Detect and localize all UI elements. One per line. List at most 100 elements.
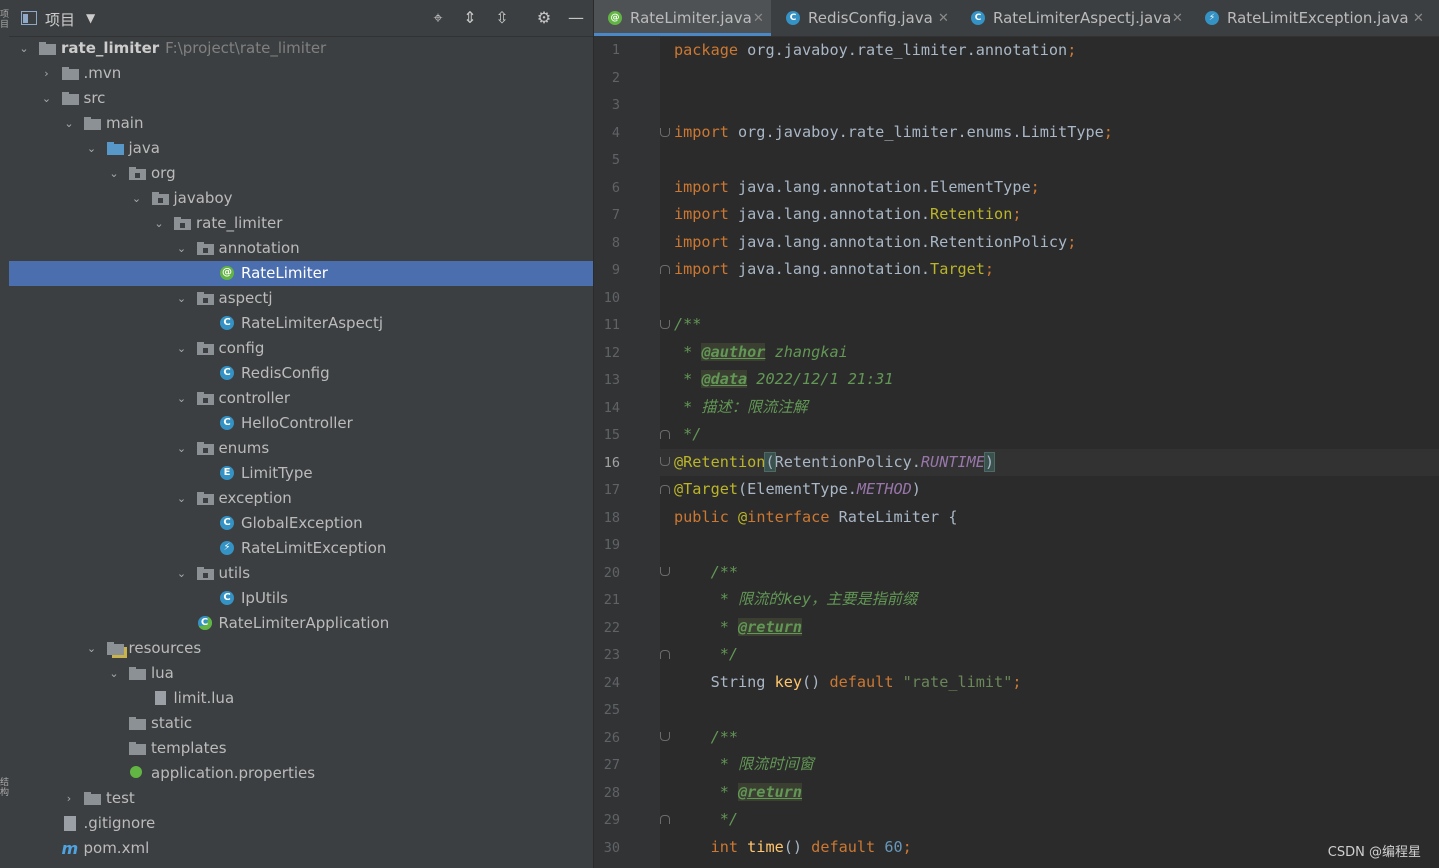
tree-item[interactable]: limit.lua xyxy=(9,686,593,711)
code-line-12[interactable]: * @author zhangkai xyxy=(674,339,1434,366)
code-line-16[interactable]: @Retention(RetentionPolicy.RUNTIME) xyxy=(674,449,1434,476)
code-line-18[interactable]: public @interface RateLimiter { xyxy=(674,504,1434,531)
close-icon[interactable]: ✕ xyxy=(938,0,949,37)
code-line-13[interactable]: * @data 2022/12/1 21:31 xyxy=(674,366,1434,393)
expand-all-icon[interactable]: ⇕ xyxy=(461,9,479,27)
code-line-30[interactable]: int time() default 60; xyxy=(674,834,1434,861)
code-line-21[interactable]: * 限流的key，主要是指前缀 xyxy=(674,586,1434,613)
fold-marker-icon[interactable] xyxy=(660,265,670,277)
close-icon[interactable]: ✕ xyxy=(1413,0,1424,37)
chevron-down-icon[interactable]: ⌄ xyxy=(40,86,54,111)
code-line-6[interactable]: import java.lang.annotation.ElementType; xyxy=(674,174,1434,201)
tree-item[interactable]: ⌄ utils xyxy=(9,561,593,586)
chevron-down-icon[interactable]: ⌄ xyxy=(107,661,121,686)
tree-item[interactable]: application.properties xyxy=(9,761,593,786)
chevron-down-icon[interactable]: ⌄ xyxy=(85,636,99,661)
tree-item[interactable]: ⌄ controller xyxy=(9,386,593,411)
tree-item[interactable]: ⌄ annotation xyxy=(9,236,593,261)
chevron-down-icon[interactable]: ⌄ xyxy=(175,336,189,361)
chevron-down-icon[interactable]: ⌄ xyxy=(17,36,31,61)
structure-tool-tab[interactable]: 结构 xyxy=(0,778,9,798)
tree-item[interactable]: C GlobalException xyxy=(9,511,593,536)
chevron-down-icon[interactable]: ⌄ xyxy=(175,286,189,311)
tree-item[interactable]: › test xyxy=(9,786,593,811)
editor-tab[interactable]: @ RateLimiter.java ✕ xyxy=(594,0,771,36)
fold-marker-icon[interactable] xyxy=(660,457,670,469)
tree-item[interactable]: ⌄ aspectj xyxy=(9,286,593,311)
locate-icon[interactable]: ⌖ xyxy=(429,9,447,27)
fold-marker-icon[interactable] xyxy=(660,567,670,579)
tree-item[interactable]: ⌄ javaboy xyxy=(9,186,593,211)
tree-item[interactable]: ⌄ resources xyxy=(9,636,593,661)
editor-tab[interactable]: ⚡ RateLimitException.java ✕ xyxy=(1191,0,1431,36)
chevron-down-icon[interactable]: ⌄ xyxy=(62,111,76,136)
project-tool-tab[interactable]: 项目 xyxy=(0,10,9,30)
code-line-14[interactable]: * 描述：限流注解 xyxy=(674,394,1434,421)
fold-marker-icon[interactable] xyxy=(660,128,670,140)
tree-item[interactable]: C RedisConfig xyxy=(9,361,593,386)
code-line-15[interactable]: */ xyxy=(674,421,1434,448)
chevron-down-icon[interactable]: ⌄ xyxy=(175,386,189,411)
code-line-29[interactable]: */ xyxy=(674,806,1434,833)
chevron-down-icon[interactable]: ▼ xyxy=(86,11,95,25)
tree-item[interactable]: E LimitType xyxy=(9,461,593,486)
close-icon[interactable]: ✕ xyxy=(1172,0,1183,37)
code-line-7[interactable]: import java.lang.annotation.Retention; xyxy=(674,201,1434,228)
code-line-17[interactable]: @Target(ElementType.METHOD) xyxy=(674,476,1434,503)
tree-item[interactable]: ⌄ rate_limiter xyxy=(9,211,593,236)
fold-marker-icon[interactable] xyxy=(660,485,670,497)
tree-item[interactable]: ⌄ enums xyxy=(9,436,593,461)
chevron-down-icon[interactable]: ⌄ xyxy=(152,211,166,236)
code-line-24[interactable]: String key() default "rate_limit"; xyxy=(674,669,1434,696)
tree-item[interactable]: ⚡ RateLimitException xyxy=(9,536,593,561)
tree-item[interactable]: C RateLimiterAspectj xyxy=(9,311,593,336)
code-line-9[interactable]: import java.lang.annotation.Target; xyxy=(674,256,1434,283)
tree-item[interactable]: ⌄ org xyxy=(9,161,593,186)
fold-marker-icon[interactable] xyxy=(660,650,670,662)
tree-item[interactable]: .gitignore xyxy=(9,811,593,836)
tree-item[interactable]: ⌄ lua xyxy=(9,661,593,686)
tree-item[interactable]: ⌄ config xyxy=(9,336,593,361)
code-line-11[interactable]: /** xyxy=(674,311,1434,338)
tree-item[interactable]: ⌄ src xyxy=(9,86,593,111)
code-line-1[interactable]: package org.javaboy.rate_limiter.annotat… xyxy=(674,37,1434,64)
chevron-down-icon[interactable]: ⌄ xyxy=(175,561,189,586)
editor-tab[interactable]: C RedisConfig.java ✕ xyxy=(772,0,956,36)
code-line-23[interactable]: */ xyxy=(674,641,1434,668)
tree-item[interactable]: static xyxy=(9,711,593,736)
code-line-8[interactable]: import java.lang.annotation.RetentionPol… xyxy=(674,229,1434,256)
tree-item[interactable]: › .mvn xyxy=(9,61,593,86)
tree-item[interactable]: C HelloController xyxy=(9,411,593,436)
fold-marker-icon[interactable] xyxy=(660,732,670,744)
gear-icon[interactable]: ⚙ xyxy=(535,9,553,27)
code-line-28[interactable]: * @return xyxy=(674,779,1434,806)
tree-item[interactable]: ⌄ rate_limiter F:\project\rate_limiter xyxy=(9,36,593,61)
fold-marker-icon[interactable] xyxy=(660,430,670,442)
chevron-down-icon[interactable]: ⌄ xyxy=(175,436,189,461)
code-line-26[interactable]: /** xyxy=(674,724,1434,751)
editor-tab[interactable]: C RateLimiterAspectj.java ✕ xyxy=(957,0,1190,36)
close-icon[interactable]: ✕ xyxy=(753,0,764,37)
tree-item[interactable]: ⌄ exception xyxy=(9,486,593,511)
tree-item[interactable]: C IpUtils xyxy=(9,586,593,611)
collapse-all-icon[interactable]: ⇳ xyxy=(493,9,511,27)
hide-icon[interactable]: — xyxy=(567,9,585,27)
tree-item[interactable]: @ RateLimiter xyxy=(9,261,593,286)
project-panel-title[interactable]: 项目 xyxy=(45,9,75,30)
code-line-22[interactable]: * @return xyxy=(674,614,1434,641)
tree-item[interactable]: ⌄ java xyxy=(9,136,593,161)
chevron-down-icon[interactable]: ⌄ xyxy=(107,161,121,186)
tree-item[interactable]: C RateLimiterApplication xyxy=(9,611,593,636)
tree-item[interactable]: m pom.xml xyxy=(9,836,593,861)
chevron-down-icon[interactable]: ⌄ xyxy=(130,186,144,211)
chevron-down-icon[interactable]: ⌄ xyxy=(85,136,99,161)
chevron-down-icon[interactable]: ⌄ xyxy=(175,486,189,511)
fold-marker-icon[interactable] xyxy=(660,815,670,827)
chevron-right-icon[interactable]: › xyxy=(40,61,54,86)
code-line-27[interactable]: * 限流时间窗 xyxy=(674,751,1434,778)
chevron-right-icon[interactable]: › xyxy=(62,786,76,811)
chevron-down-icon[interactable]: ⌄ xyxy=(175,236,189,261)
code-line-4[interactable]: import org.javaboy.rate_limiter.enums.Li… xyxy=(674,119,1434,146)
fold-marker-icon[interactable] xyxy=(660,320,670,332)
tree-item[interactable]: ⌄ main xyxy=(9,111,593,136)
